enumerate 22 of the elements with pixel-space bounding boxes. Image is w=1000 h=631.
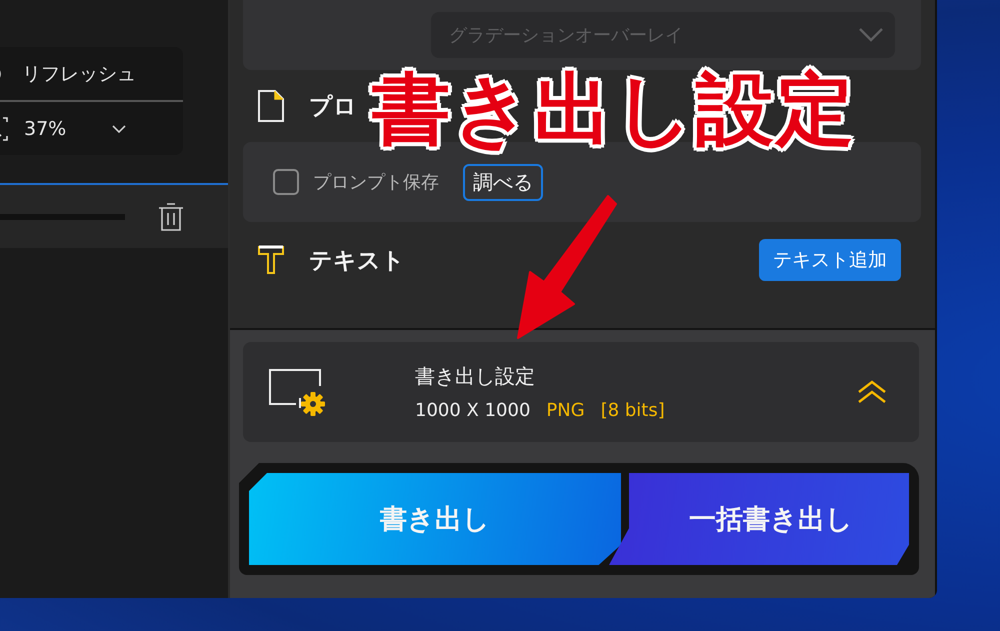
bit-depth: [8 bits] [600, 400, 665, 421]
chevron-down-icon [859, 28, 883, 42]
zoom-value[interactable]: 37% [24, 118, 66, 140]
add-text-button[interactable]: テキスト追加 [759, 239, 901, 281]
chevron-down-icon[interactable] [112, 124, 126, 132]
checkbox-label[interactable]: プロンプト保存 [313, 170, 439, 194]
image-size: 1000 X 1000 [415, 400, 530, 421]
section-title: プロ [309, 92, 357, 122]
chevron-up-icon[interactable] [857, 380, 887, 404]
trash-icon[interactable] [158, 202, 184, 232]
layer-row[interactable] [0, 183, 228, 248]
callout-text: 書き出し設定 [372, 64, 856, 157]
text-tool-icon [257, 245, 285, 275]
lookup-button[interactable]: 調べる [463, 164, 543, 200]
batch-export-button[interactable]: 一括書き出し [609, 473, 909, 565]
export-settings-title: 書き出し設定 [415, 363, 536, 390]
document-icon [257, 89, 285, 123]
refresh-label[interactable]: リフレッシュ [22, 60, 136, 86]
file-format: PNG [546, 400, 585, 421]
checkbox[interactable] [273, 169, 299, 195]
section-title: テキスト [309, 246, 405, 276]
export-settings-card[interactable]: 書き出し設定 1000 X 1000 PNG [8 bits] [243, 342, 919, 442]
